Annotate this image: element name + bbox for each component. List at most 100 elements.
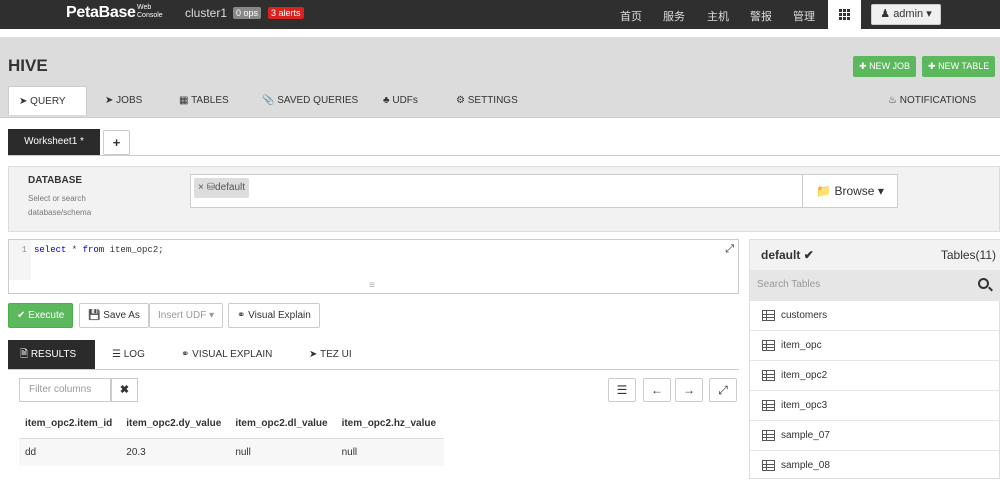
tab-saved-queries[interactable]: 📎 SAVED QUERIES	[252, 86, 368, 115]
sidebar-database[interactable]: default ✔	[761, 248, 814, 262]
caret-down-icon: ▾	[209, 310, 215, 321]
folder-icon: 📁	[816, 184, 832, 198]
database-chip[interactable]: × ⛁default	[194, 178, 250, 198]
table-cell: null	[335, 438, 445, 466]
table-cell: null	[229, 438, 336, 466]
search-tables-input[interactable]: Search Tables	[750, 270, 1000, 300]
new-job-button[interactable]: ✚ NEW JOB	[853, 56, 917, 77]
filter-columns-input[interactable]: Filter columns	[19, 378, 111, 402]
visual-explain-button[interactable]: ⚭ Visual Explain	[228, 303, 320, 328]
query-text[interactable]: select * from item_opc2;	[34, 245, 164, 255]
table-list-item[interactable]: sample_07	[750, 420, 1000, 450]
tab-query[interactable]: ➤ QUERY	[8, 86, 87, 115]
views-grid-button[interactable]	[828, 0, 861, 29]
tab-results[interactable]: 🗎 RESULTS	[8, 340, 95, 370]
database-select[interactable]: × ⛁default	[190, 174, 803, 208]
table-icon	[762, 310, 775, 321]
next-page-button[interactable]: →	[675, 378, 703, 402]
tab-log[interactable]: ☰ LOG	[100, 340, 157, 370]
paper-plane-icon: ➤	[309, 349, 318, 360]
column-header[interactable]: item_opc2.item_id	[19, 409, 121, 439]
ops-badge[interactable]: 0 ops	[233, 7, 262, 19]
caret-down-icon: ▾	[926, 8, 932, 20]
results-table: item_opc2.item_id item_opc2.dy_value ite…	[19, 409, 445, 466]
paper-plane-icon: ➤	[19, 96, 28, 107]
table-list-item[interactable]: customers	[750, 300, 1000, 330]
paperclip-icon: 📎	[262, 95, 275, 106]
tables-sidebar: default ✔ Tables(11) Search Tables custo…	[749, 239, 1000, 479]
grid-icon	[839, 9, 850, 20]
new-table-button[interactable]: ✚ NEW TABLE	[922, 56, 996, 77]
remove-icon[interactable]: ×	[198, 182, 204, 193]
tab-settings[interactable]: ⚙ SETTINGS	[446, 86, 528, 115]
table-icon: ▦	[179, 95, 189, 106]
execute-button[interactable]: ✔ Execute	[8, 303, 74, 328]
expand-results-button[interactable]: ⤢	[709, 378, 737, 402]
database-label: DATABASE	[28, 175, 83, 186]
expand-editor-icon[interactable]: ⤢	[725, 243, 734, 256]
database-panel: DATABASE Select or search database/schem…	[8, 166, 1000, 232]
insert-udf-button[interactable]: Insert UDF ▾	[149, 303, 224, 328]
table-icon	[762, 340, 775, 351]
sidebar-header: default ✔ Tables(11)	[750, 240, 1000, 270]
nav-alerts[interactable]: 警报	[750, 8, 772, 24]
puzzle-icon: ♣	[383, 95, 390, 106]
menu-icon: ☰	[616, 383, 628, 397]
clear-filter-button[interactable]: ✖	[111, 378, 138, 402]
tab-tables[interactable]: ▦ TABLES	[169, 86, 239, 115]
check-icon: ✔	[17, 310, 26, 321]
alerts-badge[interactable]: 3 alerts	[268, 7, 304, 19]
table-icon	[762, 430, 775, 441]
query-editor[interactable]: 1 select * from item_opc2; ⤢ ≡	[8, 239, 739, 294]
toggle-columns-button[interactable]: ☰	[608, 378, 636, 402]
column-header[interactable]: item_opc2.hz_value	[335, 409, 445, 439]
nav-services[interactable]: 服务	[663, 8, 685, 24]
save-icon: 💾	[88, 310, 101, 321]
tab-udfs[interactable]: ♣ UDFs	[373, 86, 428, 115]
table-icon	[762, 460, 775, 471]
table-list-item[interactable]: item_opc2	[750, 360, 1000, 390]
save-as-button[interactable]: 💾 Save As	[79, 303, 149, 328]
page-title: HIVE	[8, 56, 48, 75]
column-header[interactable]: item_opc2.dy_value	[120, 409, 230, 439]
search-icon[interactable]	[978, 278, 989, 289]
table-list-item[interactable]: item_opc	[750, 330, 1000, 360]
plus-icon: ✚	[859, 61, 867, 71]
tab-tez-ui[interactable]: ➤ TEZ UI	[297, 340, 364, 370]
table-list-item[interactable]: sample_08	[750, 450, 1000, 480]
worksheet-tab[interactable]: Worksheet1 *	[8, 129, 100, 155]
notifications-link[interactable]: ♨ NOTIFICATIONS	[878, 86, 986, 115]
plus-icon: ✚	[928, 61, 936, 71]
column-header[interactable]: item_opc2.dl_value	[229, 409, 336, 439]
previous-page-button[interactable]: ←	[643, 378, 671, 402]
table-row: dd 20.3 null null	[19, 438, 445, 466]
arrow-right-icon: →	[683, 383, 695, 397]
user-icon: ♟	[880, 8, 891, 20]
hive-header: HIVE ✚ NEW JOB ✚ NEW TABLE ➤ QUERY ➤ JOB…	[0, 37, 1000, 118]
table-cell: 20.3	[120, 438, 230, 466]
document-icon: 🗎	[20, 349, 29, 360]
user-menu-button[interactable]: ♟ admin ▾	[871, 4, 941, 25]
brand-logo[interactable]: PetaBase	[66, 4, 136, 22]
table-list-item[interactable]: item_opc3	[750, 390, 1000, 420]
nav-admin[interactable]: 管理	[793, 8, 815, 24]
cluster-name[interactable]: cluster1	[185, 6, 227, 20]
nav-hosts[interactable]: 主机	[707, 8, 729, 24]
table-cell: dd	[19, 438, 121, 466]
list-icon: ☰	[112, 349, 121, 360]
tab-jobs[interactable]: ➤ JOBS	[95, 86, 152, 115]
close-icon: ✖	[119, 384, 130, 396]
top-navbar: PetaBase Web Console cluster1 0 ops 3 ale…	[0, 0, 1000, 29]
resize-handle-icon[interactable]: ≡	[369, 280, 375, 291]
add-worksheet-button[interactable]: +	[103, 130, 130, 155]
nav-home[interactable]: 首页	[620, 8, 642, 24]
table-icon	[762, 370, 775, 381]
arrow-left-icon: ←	[651, 383, 663, 397]
caret-down-icon: ▾	[877, 184, 884, 198]
link-icon: ⚭	[237, 310, 246, 321]
tab-visual-explain[interactable]: ⚭ VISUAL EXPLAIN	[169, 340, 284, 370]
check-icon: ✔	[803, 248, 814, 262]
link-icon: ⚭	[181, 349, 190, 360]
table-header-row: item_opc2.item_id item_opc2.dy_value ite…	[19, 409, 445, 439]
browse-button[interactable]: 📁 Browse ▾	[802, 174, 898, 208]
